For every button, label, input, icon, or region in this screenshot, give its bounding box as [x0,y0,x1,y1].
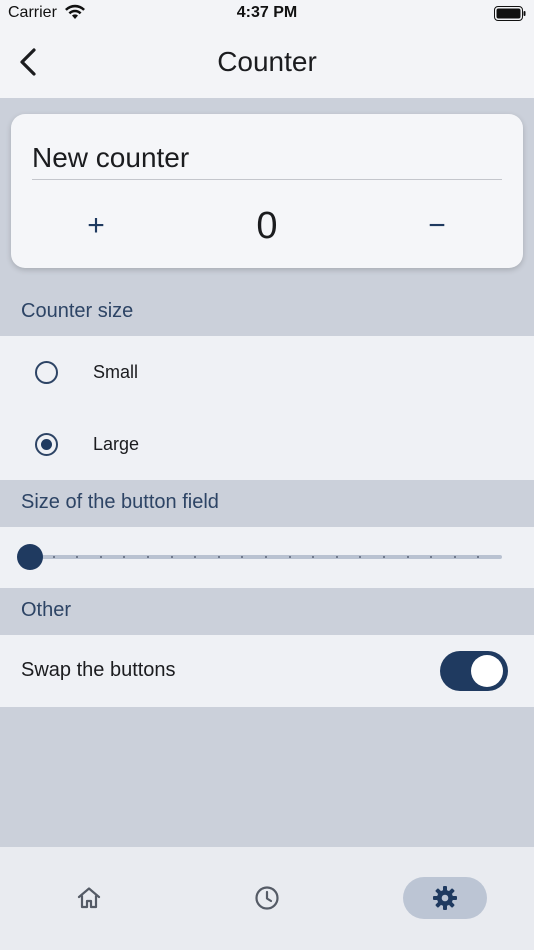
other-header: Other [21,599,72,621]
decrement-button[interactable]: − [407,204,467,248]
slider-tick [477,556,480,558]
counter-size-options: Small Large [0,336,534,480]
slider-tick [288,556,291,558]
slider-tick [241,556,244,558]
home-icon [77,887,101,909]
app-bar: Counter [0,28,534,98]
slider-tick [76,556,79,558]
nav-history[interactable] [225,877,309,919]
swap-buttons-label: Swap the buttons [21,659,176,681]
bottom-navigation [0,847,534,950]
increment-button[interactable]: + [66,204,126,248]
slider-tick [217,556,220,558]
slider-track[interactable] [30,555,502,559]
counter-name-input[interactable] [32,136,502,180]
radio-label-small: Small [93,362,139,382]
radio-selected-dot [41,439,52,450]
counter-card: + 0 − [11,114,523,268]
slider-tick [383,556,385,558]
swap-buttons-toggle[interactable] [440,651,508,691]
slider-tick [359,556,362,558]
radio-label-large: Large [93,434,140,454]
slider-tick [123,556,126,558]
slider-tick [406,556,409,558]
toggle-knob [471,655,503,687]
clock-icon [255,886,279,910]
slider-tick [52,556,55,558]
page-title: Counter [217,46,317,77]
nav-settings[interactable] [403,877,487,919]
slider-tick [312,556,315,558]
battery-icon [494,6,526,21]
radio-option-small[interactable]: Small [0,336,534,408]
button-field-header: Size of the button field [21,491,219,513]
radio-option-large[interactable]: Large [0,408,534,480]
clock-time: 4:37 PM [236,4,298,21]
slider-tick [265,556,267,558]
slider-tick [194,556,197,558]
radio-button-large[interactable] [35,433,58,456]
slider-tick [147,556,149,558]
slider-tick [170,556,173,558]
slider-tick [453,556,456,558]
status-bar: Carrier 4:37 PM [0,0,534,28]
gear-icon [433,886,457,910]
slider-tick [99,556,102,558]
nav-home[interactable] [47,877,131,919]
radio-button-small[interactable] [35,361,58,384]
slider-tick [335,556,338,558]
swap-buttons-row: Swap the buttons [0,635,534,707]
button-field-panel [0,527,534,588]
slider-thumb[interactable] [17,544,43,570]
counter-size-header: Counter size [21,300,134,322]
slider-tick [430,556,433,558]
counter-value: 0 [256,205,278,247]
